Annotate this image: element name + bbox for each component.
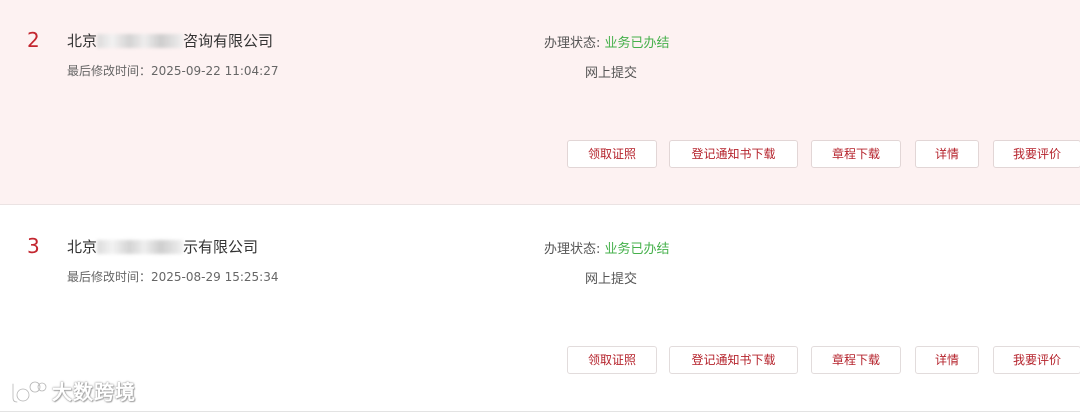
application-record: 3 北京 示有限公司 最后修改时间：2025-08-29 15:25:34 办理状… <box>0 206 1080 412</box>
process-status: 办理状态: 业务已办结 <box>544 240 670 260</box>
download-notice-button[interactable]: 登记通知书下载 <box>669 140 798 168</box>
status-value: 业务已办结 <box>604 242 670 257</box>
application-record: 2 北京 咨询有限公司 最后修改时间：2025-09-22 11:04:27 办理… <box>0 0 1080 205</box>
rate-button[interactable]: 我要评价 <box>993 140 1080 168</box>
company-name-suffix: 咨询有限公司 <box>183 32 274 50</box>
company-name[interactable]: 北京 示有限公司 <box>67 236 258 258</box>
company-name-prefix: 北京 <box>67 238 98 256</box>
redacted-blur <box>97 240 184 254</box>
submission-channel: 网上提交 <box>585 66 638 81</box>
last-modified-time: 2025-08-29 15:25:34 <box>151 270 279 284</box>
status-value: 业务已办结 <box>604 36 670 51</box>
details-button[interactable]: 详情 <box>915 140 979 168</box>
download-notice-button[interactable]: 登记通知书下载 <box>669 346 798 374</box>
download-articles-button[interactable]: 章程下载 <box>811 140 901 168</box>
record-index: 3 <box>27 234 40 258</box>
redacted-blur <box>97 34 184 48</box>
record-index: 2 <box>27 28 40 52</box>
watermark-text: 大数跨境 <box>52 380 136 404</box>
company-name-suffix: 示有限公司 <box>183 238 259 256</box>
submission-channel: 网上提交 <box>585 272 638 287</box>
rate-button[interactable]: 我要评价 <box>993 346 1080 374</box>
company-name[interactable]: 北京 咨询有限公司 <box>67 30 273 52</box>
details-button[interactable]: 详情 <box>915 346 979 374</box>
logo-icon <box>8 378 48 406</box>
last-modified-label: 最后修改时间： <box>67 270 152 284</box>
process-status: 办理状态: 业务已办结 <box>544 34 670 54</box>
collect-license-button[interactable]: 领取证照 <box>567 346 657 374</box>
watermark: 大数跨境 <box>8 378 136 406</box>
last-modified: 最后修改时间：2025-08-29 15:25:34 <box>67 268 278 286</box>
last-modified-time: 2025-09-22 11:04:27 <box>151 64 279 78</box>
last-modified: 最后修改时间：2025-09-22 11:04:27 <box>67 62 278 80</box>
company-name-prefix: 北京 <box>67 32 98 50</box>
application-list: 2 北京 咨询有限公司 最后修改时间：2025-09-22 11:04:27 办理… <box>0 0 1080 413</box>
collect-license-button[interactable]: 领取证照 <box>567 140 657 168</box>
download-articles-button[interactable]: 章程下载 <box>811 346 901 374</box>
last-modified-label: 最后修改时间： <box>67 64 152 78</box>
status-label: 办理状态: <box>544 242 605 257</box>
status-label: 办理状态: <box>544 36 605 51</box>
